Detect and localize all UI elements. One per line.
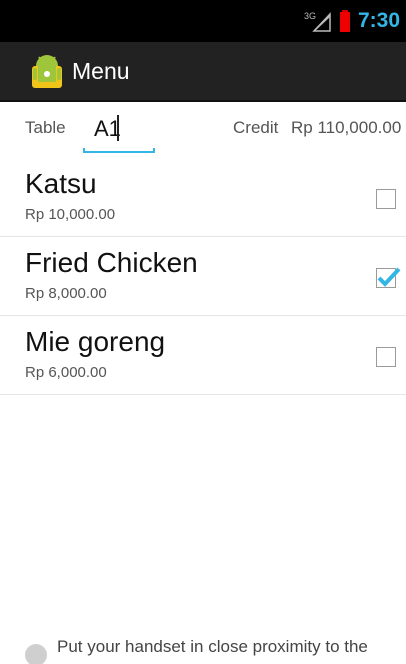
- menu-item-price: Rp 6,000.00: [25, 364, 107, 381]
- credit-value: Rp 110,000.00: [291, 118, 402, 137]
- menu-item-name: Mie goreng: [25, 326, 166, 357]
- menu-item-price: Rp 8,000.00: [25, 285, 107, 302]
- battery-icon: [339, 10, 350, 32]
- menu-item-checkbox[interactable]: [376, 347, 396, 367]
- menu-item-price: Rp 10,000.00: [25, 206, 116, 223]
- table-input-underline: [83, 148, 155, 153]
- menu-item-katsu[interactable]: Katsu Rp 10,000.00: [0, 158, 406, 237]
- signal-icon: 3G: [304, 11, 331, 32]
- action-bar: Menu: [0, 42, 406, 102]
- nfc-icon: [25, 644, 47, 664]
- menu-item-name: Fried Chicken: [25, 247, 198, 278]
- table-label: Table: [25, 118, 66, 137]
- menu-item-name: Katsu: [25, 168, 97, 199]
- checkmark-icon: [377, 267, 401, 287]
- android-icon[interactable]: [30, 52, 64, 90]
- menu-item-fried-chicken[interactable]: Fried Chicken Rp 8,000.00: [0, 237, 406, 316]
- page-title: Menu: [72, 57, 130, 84]
- nfc-hint: Put your handset in close proximity to t…: [25, 634, 405, 664]
- status-bar: 3G 7:30: [0, 0, 406, 42]
- text-cursor: [117, 115, 119, 141]
- menu-item-checkbox[interactable]: [376, 267, 401, 288]
- clock: 7:30: [357, 9, 400, 32]
- menu-list: Katsu Rp 10,000.00 Fried Chicken Rp 8,00…: [0, 158, 406, 395]
- order-header: Table Credit Rp 110,000.00: [0, 104, 406, 156]
- nfc-hint-text: Put your handset in close proximity to t…: [57, 637, 368, 656]
- menu-item-checkbox[interactable]: [376, 189, 396, 209]
- menu-item-mie-goreng[interactable]: Mie goreng Rp 6,000.00: [0, 316, 406, 395]
- signal-label: 3G: [304, 11, 316, 21]
- credit-label: Credit: [233, 118, 279, 137]
